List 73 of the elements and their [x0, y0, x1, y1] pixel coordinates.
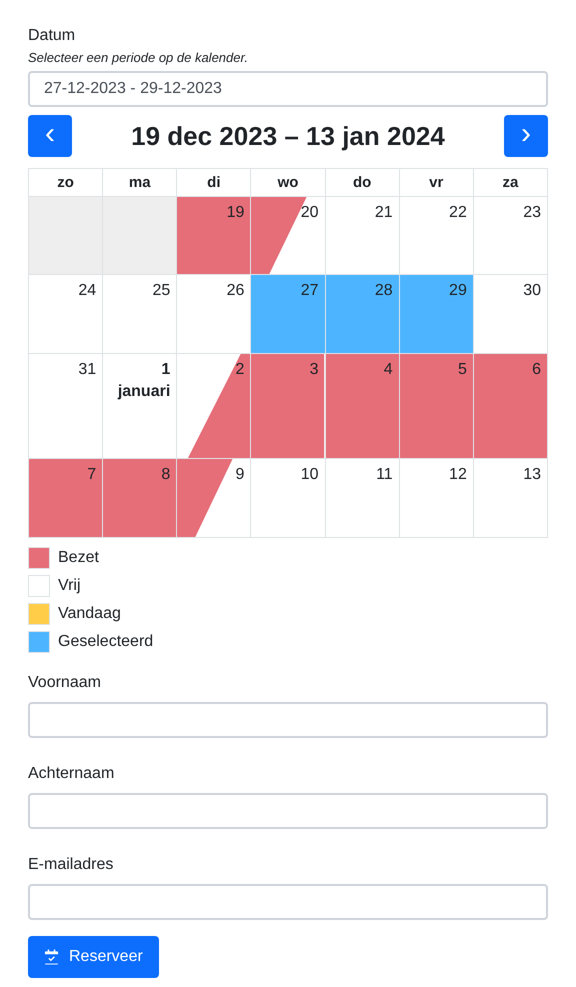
calendar-cell[interactable]: 28 [326, 275, 400, 354]
legend-label: Bezet [58, 548, 99, 568]
calendar-cell[interactable]: 10 [251, 459, 326, 538]
calendar-cell[interactable]: 9 [177, 459, 252, 538]
calendar-cell[interactable]: 12 [400, 459, 474, 538]
calendar-cell[interactable]: 3 [251, 354, 326, 459]
calendar-cell[interactable]: 11 [326, 459, 400, 538]
day-number: 5 [456, 360, 468, 380]
day-number: 11 [375, 465, 394, 485]
calendar-cell[interactable]: 27 [251, 275, 326, 354]
reserve-button[interactable]: Reserveer [28, 936, 159, 978]
calendar-cell[interactable]: 21 [326, 197, 400, 275]
day-number: 9 [234, 465, 246, 485]
calendar-cell[interactable]: 22 [400, 197, 474, 275]
day-number: 4 [382, 360, 394, 380]
calendar-cell[interactable]: 7 [29, 459, 104, 538]
calendar-cell[interactable]: 26 [177, 275, 252, 354]
field-label: Datum [28, 26, 76, 46]
calendar-cell[interactable]: 19 [177, 197, 252, 275]
day-number: 1 [160, 360, 172, 380]
calendar-cell[interactable]: 1 januari [103, 354, 178, 459]
calendar-title: 19 dec 2023 – 13 jan 2024 [131, 120, 445, 152]
day-number: 29 [448, 281, 468, 301]
date-range-field[interactable]: 27-12-2023 - 29-12-2023 [28, 71, 548, 107]
calendar-cell[interactable]: 25 [103, 275, 178, 354]
day-number: 25 [151, 281, 172, 301]
day-number: 24 [77, 281, 98, 301]
calendar-cell[interactable]: 8 [103, 459, 178, 538]
day-number: 20 [300, 203, 320, 223]
day-number: 26 [226, 281, 246, 301]
day-number: 23 [522, 203, 542, 223]
month-label: januari [116, 382, 172, 402]
day-number: 7 [86, 465, 98, 485]
calendar-cell[interactable]: 6 [474, 354, 548, 459]
day-number: 31 [77, 360, 98, 380]
next-button[interactable]: › [504, 115, 548, 157]
input-field[interactable] [28, 702, 548, 738]
calendar-cell[interactable] [103, 197, 178, 275]
day-number: 21 [374, 203, 394, 223]
field-label: Achternaam [28, 764, 116, 784]
day-number: 3 [308, 360, 320, 380]
calendar-cell[interactable]: 20 [251, 197, 326, 275]
calendar-cell[interactable]: 29 [400, 275, 474, 354]
day-number: 13 [522, 465, 542, 485]
day-number: 6 [531, 360, 542, 380]
input-field[interactable] [28, 884, 548, 920]
calendar-cell[interactable]: 24 [29, 275, 104, 354]
day-number: 2 [234, 360, 246, 380]
previous-button[interactable]: ‹ [28, 115, 72, 157]
day-number: 27 [300, 281, 320, 301]
legend-label: Geselecteerd [58, 632, 154, 652]
calendar-check-icon [44, 949, 59, 965]
day-number: 12 [448, 465, 468, 485]
hint-text: Selecteer een periode op de kalender. [28, 50, 249, 66]
day-number: 22 [448, 203, 468, 223]
calendar-cell[interactable] [29, 197, 104, 275]
calendar-cell[interactable]: 13 [474, 459, 548, 538]
input-field[interactable] [28, 793, 548, 829]
calendar-cell[interactable]: 31 [29, 354, 104, 459]
calendar-cell[interactable]: 30 [474, 275, 548, 354]
legend-label: Vandaag [58, 604, 121, 624]
day-number: 8 [160, 465, 172, 485]
field-label: Voornaam [28, 673, 102, 693]
calendar-cell[interactable]: 5 [400, 354, 474, 459]
day-number: 30 [522, 281, 542, 301]
day-number: 10 [300, 465, 320, 485]
legend-label: Vrij [58, 576, 81, 596]
day-number: 19 [226, 203, 246, 223]
calendar-cell[interactable]: 2 [177, 354, 252, 459]
calendar-cell[interactable]: 4 [326, 354, 400, 459]
calendar-cell[interactable]: 23 [474, 197, 548, 275]
field-label: E-mailadres [28, 855, 114, 875]
day-number: 28 [374, 281, 394, 301]
